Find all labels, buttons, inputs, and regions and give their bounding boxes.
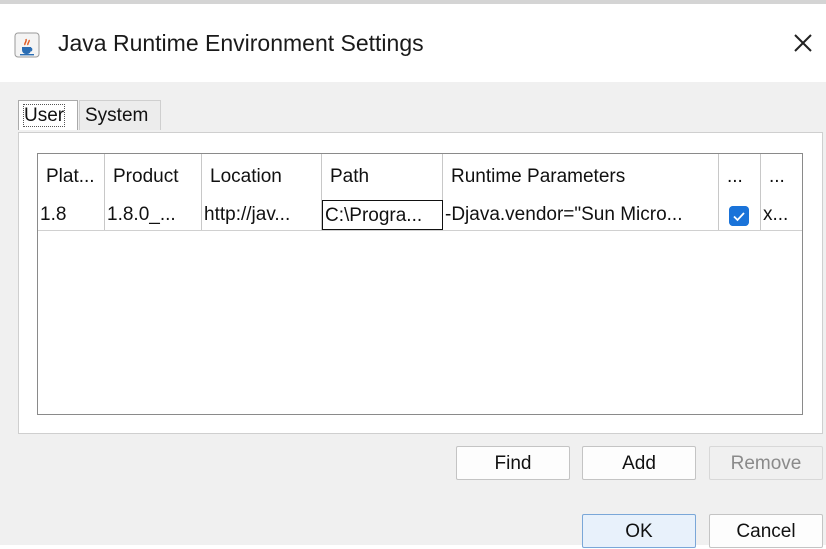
column-header-path[interactable]: Path (322, 154, 443, 200)
cell-product[interactable]: 1.8.0_... (105, 200, 202, 230)
jre-settings-dialog: Java Runtime Environment Settings User S… (0, 0, 826, 548)
table-row[interactable]: 1.8 1.8.0_... http://jav... C:\Progra...… (38, 200, 802, 231)
cell-path[interactable]: C:\Progra... (322, 200, 443, 230)
tab-system-label: System (85, 105, 149, 126)
column-header-location[interactable]: Location (202, 154, 322, 200)
table-header: Plat... Product Location Path Runtime Pa… (38, 154, 802, 200)
remove-button[interactable]: Remove (709, 446, 823, 480)
java-cup-icon (14, 32, 40, 58)
cancel-button[interactable]: Cancel (709, 514, 823, 548)
jre-table[interactable]: Plat... Product Location Path Runtime Pa… (37, 153, 803, 415)
tab-panel-user: Plat... Product Location Path Runtime Pa… (18, 132, 823, 434)
column-header-platform[interactable]: Plat... (38, 154, 105, 200)
column-header-architecture[interactable]: ... (761, 154, 802, 200)
cell-architecture[interactable]: x... (761, 200, 802, 230)
tab-user[interactable]: User (18, 100, 78, 130)
cell-enabled[interactable] (719, 200, 761, 230)
ok-button[interactable]: OK (582, 514, 696, 548)
column-header-runtime-parameters[interactable]: Runtime Parameters (443, 154, 719, 200)
find-button[interactable]: Find (456, 446, 570, 480)
title-bar: Java Runtime Environment Settings (0, 4, 826, 82)
cell-platform[interactable]: 1.8 (38, 200, 105, 230)
cell-runtime-parameters[interactable]: -Djava.vendor="Sun Micro... (443, 200, 719, 230)
close-icon[interactable] (786, 26, 820, 60)
enabled-checkbox-icon[interactable] (729, 206, 749, 226)
tab-user-label: User (22, 104, 66, 127)
tab-system[interactable]: System (79, 100, 161, 130)
cell-location[interactable]: http://jav... (202, 200, 322, 230)
window-title: Java Runtime Environment Settings (58, 30, 424, 56)
column-header-enabled[interactable]: ... (719, 154, 761, 200)
add-button[interactable]: Add (582, 446, 696, 480)
column-header-product[interactable]: Product (105, 154, 202, 200)
